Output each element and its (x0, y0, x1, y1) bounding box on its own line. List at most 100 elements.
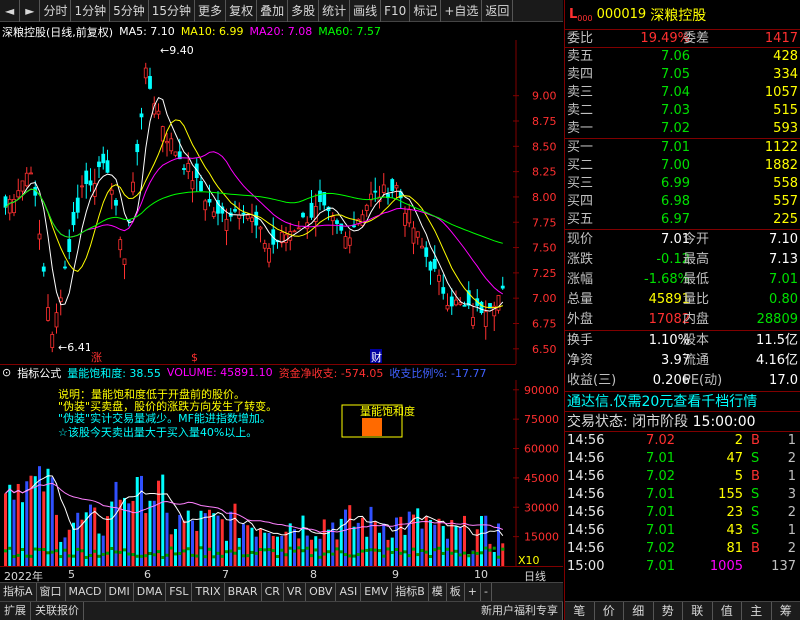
volume-bar (80, 519, 84, 566)
right-tab-1[interactable]: 价 (595, 602, 624, 620)
indicator-tab-13[interactable]: 指标B (392, 583, 429, 601)
add-watchlist-button[interactable]: +自选 (441, 0, 483, 22)
volume-bar (429, 519, 432, 566)
indicator-tab-11[interactable]: ASI (336, 583, 362, 601)
indicator-tab-16[interactable]: + (465, 583, 481, 601)
volume-bar (441, 526, 445, 566)
ask-level-3[interactable]: 卖三 7.04 1057 (565, 84, 800, 102)
indicator-name[interactable]: 指标公式 (17, 365, 61, 381)
indicator-tab-4[interactable]: DMA (134, 583, 167, 601)
tab-5min[interactable]: 5分钟 (110, 0, 149, 22)
tick-row: 15:00 7.01 1005 137 (565, 558, 800, 576)
volume-sub-bar (463, 551, 466, 555)
multi-stock-button[interactable]: 多股 (288, 0, 320, 22)
ask-level-5[interactable]: 卖一 7.02 593 (565, 120, 800, 138)
indicator-tab-6[interactable]: TRIX (192, 583, 225, 601)
indicator-tab-15[interactable]: 板 (447, 583, 465, 601)
indicator-menu-icon[interactable]: ⊙ (2, 366, 11, 379)
indicator-tab-14[interactable]: 模 (429, 583, 447, 601)
bid-level-5[interactable]: 买五 6.97 225 (565, 211, 800, 229)
volume-sub-bar (59, 555, 63, 559)
related-quotes-button[interactable]: 关联报价 (31, 602, 84, 620)
quote-label: 股本 (683, 333, 710, 348)
volume-sub-bar (339, 550, 343, 554)
indicator-tab-8[interactable]: CR (262, 583, 284, 601)
date-label-9: 9 (392, 568, 399, 581)
volume-sub-bar (8, 546, 12, 550)
tab-1min[interactable]: 1分钟 (71, 0, 111, 22)
volume-bar (276, 536, 279, 566)
ratio-label: 委比 (567, 31, 594, 46)
right-tab-2[interactable]: 细 (624, 602, 654, 620)
ask-level-4[interactable]: 卖二 7.03 515 (565, 102, 800, 120)
tab-intraday[interactable]: 分时 (40, 0, 72, 22)
tick-price: 7.01 (646, 487, 675, 502)
nav-right-icon[interactable]: ► (20, 0, 41, 22)
tick-time: 14:56 (567, 433, 605, 448)
volume-sub-bar (216, 551, 220, 555)
right-tab-3[interactable]: 势 (654, 602, 683, 620)
event-mark[interactable]: 涨 (91, 351, 102, 364)
tick-count: 1 (787, 469, 796, 484)
draw-line-button[interactable]: 画线 (350, 0, 382, 22)
bid-level-2[interactable]: 买二 7.00 1882 (565, 157, 800, 175)
event-mark[interactable]: 财 (371, 350, 382, 364)
candle-body (203, 200, 208, 211)
quote-stats-2: 换手 1.10% 股本 11.5亿 净资 3.97 流通 4.16亿 收益(三) 0.206 PE(… (565, 331, 800, 392)
right-tab-0[interactable]: 笔 (565, 602, 595, 620)
right-tab-4[interactable]: 联 (683, 602, 713, 620)
tab-more[interactable]: 更多 (195, 0, 227, 22)
nav-left-icon[interactable]: ◄ (0, 0, 21, 22)
ask-level-1[interactable]: 卖五 7.06 428 (565, 48, 800, 66)
volume-tick: 75000 (524, 413, 559, 426)
bottom-bar: 扩展 关联报价 新用户福利专享 (0, 601, 563, 620)
back-button[interactable]: 返回 (482, 0, 514, 22)
note-4: ☆该股今天卖出量大于买入量40%以上。 (58, 426, 258, 439)
indicator-tab-7[interactable]: BRAR (225, 583, 262, 601)
bid-level-1[interactable]: 买一 7.01 1122 (565, 139, 800, 157)
volume-tick: 90000 (524, 384, 559, 397)
volume-bar (8, 484, 12, 566)
ad-banner[interactable]: 通达信.仅需20元查看千档行情 (565, 392, 800, 412)
stats-button[interactable]: 统计 (319, 0, 351, 22)
tick-list[interactable]: 14:56 7.02 2 B 1 14:56 7.01 47 S 2 14:56 7.02 5 B 1 14:… (565, 432, 800, 576)
f10-button[interactable]: F10 (381, 0, 411, 22)
indicator-tab-3[interactable]: DMI (106, 583, 134, 601)
right-tab-5[interactable]: 值 (713, 602, 742, 620)
volume-sub-bar (114, 550, 118, 554)
indicator-tab-9[interactable]: VR (284, 583, 307, 601)
candle-body (114, 199, 118, 206)
ask-level-2[interactable]: 卖四 7.05 334 (565, 66, 800, 84)
indicator-tab-10[interactable]: OBV (306, 583, 337, 601)
right-tab-7[interactable]: 筹 (772, 602, 800, 620)
ask-levels: 卖五 7.06 428 卖四 7.05 334 卖三 7.04 1057 卖二 7.03 515 卖一 7… (565, 48, 800, 139)
quote-label: 涨跌 (567, 252, 594, 267)
expand-button[interactable]: 扩展 (0, 602, 31, 620)
tick-count: 1 (787, 433, 796, 448)
candle-body (63, 266, 67, 269)
volume-bar (369, 506, 373, 566)
volume-value: VOLUME: 45891.10 (166, 366, 273, 379)
event-mark[interactable]: $ (191, 351, 198, 364)
adjust-button[interactable]: 复权 (226, 0, 258, 22)
tick-row: 14:56 7.01 23 S 2 (565, 504, 800, 522)
indicator-tab-0[interactable]: 指标A (0, 583, 37, 601)
indicator-tab-1[interactable]: 窗口 (37, 583, 66, 601)
tab-15min[interactable]: 15分钟 (149, 0, 196, 22)
overlay-button[interactable]: 叠加 (257, 0, 289, 22)
new-user-promo[interactable]: 新用户福利专享 (477, 602, 563, 620)
candle-body (182, 168, 186, 170)
indicator-tab-12[interactable]: EMV (361, 583, 393, 601)
bid-level-3[interactable]: 买三 6.99 558 (565, 175, 800, 193)
indicator-tab-2[interactable]: MACD (66, 583, 106, 601)
indicator-tab-17[interactable]: - (481, 583, 492, 601)
volume-bar (216, 515, 220, 566)
candle-body (496, 295, 501, 311)
quote-label: 净资 (567, 353, 594, 368)
candlestick-chart[interactable]: 9.00 8.75 8.50 8.25 8.00 7.75 7.50 7.25 7.00 6.75… (0, 40, 563, 364)
indicator-tab-5[interactable]: FSL (166, 583, 193, 601)
bid-level-4[interactable]: 买四 6.98 557 (565, 193, 800, 211)
mark-button[interactable]: 标记 (410, 0, 442, 22)
candle-body (80, 185, 84, 188)
right-tab-6[interactable]: 主 (742, 602, 772, 620)
